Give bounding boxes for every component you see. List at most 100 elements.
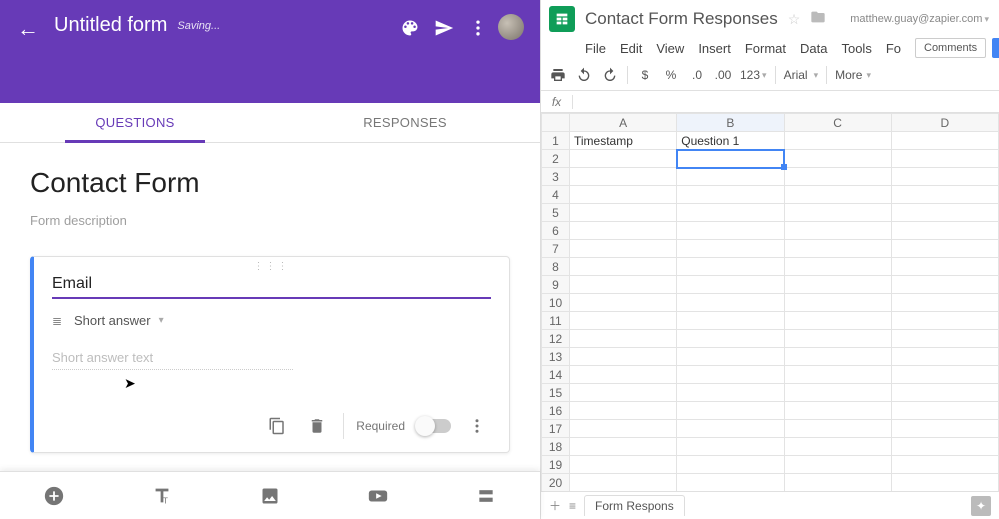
cell-D9[interactable] [891,276,998,294]
row-header-5[interactable]: 5 [542,204,570,222]
cell-C3[interactable] [784,168,891,186]
menu-view[interactable]: View [656,41,684,56]
menu-tools[interactable]: Tools [841,41,871,56]
cell-B16[interactable] [677,402,784,420]
cell-B19[interactable] [677,456,784,474]
menu-edit[interactable]: Edit [620,41,642,56]
row-header-2[interactable]: 2 [542,150,570,168]
cell-D16[interactable] [891,402,998,420]
cell-C10[interactable] [784,294,891,312]
sheets-logo-icon[interactable] [549,6,575,32]
cell-A3[interactable] [570,168,677,186]
cell-A10[interactable] [570,294,677,312]
add-title-icon[interactable]: T [142,476,182,516]
explore-icon[interactable]: ✦ [971,496,991,516]
font-dropdown[interactable]: Arial▾ [784,68,819,82]
toolbar-more[interactable]: More▾ [835,68,871,82]
select-all-cell[interactable] [542,114,570,132]
row-header-3[interactable]: 3 [542,168,570,186]
cell-D2[interactable] [891,150,998,168]
cell-A17[interactable] [570,420,677,438]
cell-A9[interactable] [570,276,677,294]
menu-insert[interactable]: Insert [698,41,731,56]
share-button[interactable]: Share [992,38,999,58]
cell-C15[interactable] [784,384,891,402]
cell-B15[interactable] [677,384,784,402]
menu-data[interactable]: Data [800,41,827,56]
cell-C19[interactable] [784,456,891,474]
all-sheets-icon[interactable]: ≡ [569,499,576,513]
cell-C13[interactable] [784,348,891,366]
cell-C4[interactable] [784,186,891,204]
cell-C8[interactable] [784,258,891,276]
tab-questions[interactable]: QUESTIONS [0,103,270,142]
cell-A14[interactable] [570,366,677,384]
redo-icon[interactable] [601,67,619,83]
print-icon[interactable] [549,67,567,83]
cell-A18[interactable] [570,438,677,456]
cell-C11[interactable] [784,312,891,330]
row-header-13[interactable]: 13 [542,348,570,366]
sheet-tab[interactable]: Form Respons [584,495,685,516]
cell-C16[interactable] [784,402,891,420]
cell-C14[interactable] [784,366,891,384]
more-vert-icon[interactable] [464,14,492,42]
cell-B3[interactable] [677,168,784,186]
cell-B13[interactable] [677,348,784,366]
cell-D15[interactable] [891,384,998,402]
menu-file[interactable]: File [585,41,606,56]
palette-icon[interactable] [396,14,424,42]
comments-button[interactable]: Comments [915,38,986,58]
send-icon[interactable] [430,14,458,42]
row-header-20[interactable]: 20 [542,474,570,492]
cell-D18[interactable] [891,438,998,456]
cell-A20[interactable] [570,474,677,492]
col-header-D[interactable]: D [891,114,998,132]
cell-C5[interactable] [784,204,891,222]
required-toggle[interactable] [417,419,451,433]
cell-A6[interactable] [570,222,677,240]
duplicate-icon[interactable] [263,412,291,440]
cell-B7[interactable] [677,240,784,258]
row-header-12[interactable]: 12 [542,330,570,348]
cell-B12[interactable] [677,330,784,348]
form-title[interactable]: Contact Form [30,167,510,199]
cell-B10[interactable] [677,294,784,312]
cell-D20[interactable] [891,474,998,492]
spreadsheet-title[interactable]: Contact Form Responses [585,9,778,29]
cell-D1[interactable] [891,132,998,150]
cell-A16[interactable] [570,402,677,420]
star-icon[interactable]: ☆ [788,11,801,28]
cell-D8[interactable] [891,258,998,276]
question-title-input[interactable] [52,269,491,299]
row-header-7[interactable]: 7 [542,240,570,258]
cell-A4[interactable] [570,186,677,204]
col-header-C[interactable]: C [784,114,891,132]
cell-A8[interactable] [570,258,677,276]
back-arrow-icon[interactable]: ← [16,14,40,42]
formula-bar-input[interactable] [573,95,999,109]
row-header-4[interactable]: 4 [542,186,570,204]
add-image-icon[interactable] [250,476,290,516]
cell-D4[interactable] [891,186,998,204]
cell-A1[interactable]: Timestamp [570,132,677,150]
account-email[interactable]: matthew.guay@zapier.com▾ [850,13,989,25]
undo-icon[interactable] [575,67,593,83]
cell-C18[interactable] [784,438,891,456]
cell-D13[interactable] [891,348,998,366]
cell-B1[interactable]: Question 1 [677,132,784,150]
question-more-icon[interactable] [463,412,491,440]
cell-A15[interactable] [570,384,677,402]
menu-format[interactable]: Format [745,41,786,56]
cell-B9[interactable] [677,276,784,294]
cell-B20[interactable] [677,474,784,492]
row-header-14[interactable]: 14 [542,366,570,384]
cell-C17[interactable] [784,420,891,438]
cell-C1[interactable] [784,132,891,150]
cell-D6[interactable] [891,222,998,240]
menu-fo[interactable]: Fo [886,41,901,56]
cell-B2[interactable] [677,150,784,168]
cell-B5[interactable] [677,204,784,222]
cell-C7[interactable] [784,240,891,258]
format-currency[interactable]: $ [636,68,654,82]
